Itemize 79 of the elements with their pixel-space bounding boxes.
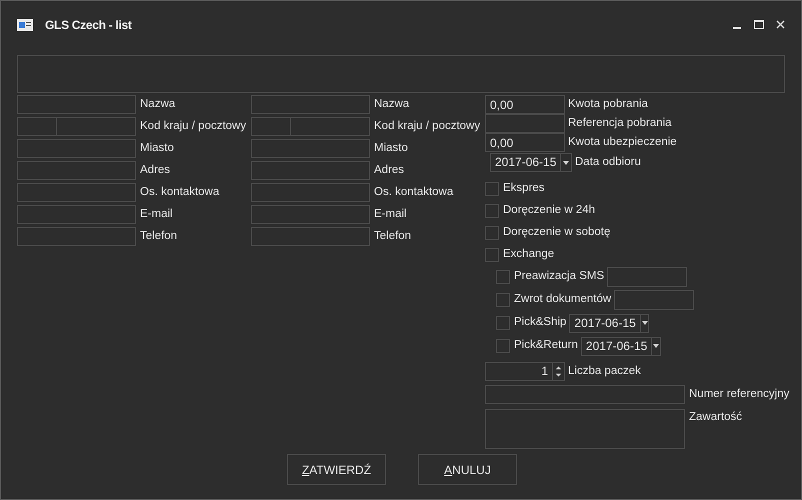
checkbox[interactable]	[485, 248, 499, 262]
checkbox-label: Preawizacja SMS	[514, 271, 604, 283]
input-field[interactable]	[17, 139, 136, 158]
dialog-button[interactable]: ZATWIERDŹ	[287, 454, 386, 485]
input-field[interactable]	[251, 95, 370, 114]
field-label: Os. kontaktowa	[374, 186, 454, 198]
field-label: Telefon	[140, 230, 178, 242]
date-value: 2017-06-15	[494, 154, 558, 171]
text-area[interactable]	[17, 55, 785, 93]
field-label: Liczba paczek	[568, 366, 641, 378]
field-label: Referencja pobrania	[568, 118, 672, 130]
field-label: E-mail	[140, 208, 174, 220]
amount-field[interactable]	[485, 114, 565, 133]
number-spinner[interactable]: 1	[485, 362, 565, 381]
field-label: Adres	[374, 164, 406, 176]
checkbox-label: Exchange	[503, 249, 554, 261]
date-picker[interactable]: 2017-06-15	[569, 314, 650, 332]
date-value: 2017-06-15	[584, 338, 648, 354]
postal-code-field[interactable]	[57, 117, 136, 136]
input-field[interactable]	[17, 205, 136, 224]
input-field[interactable]	[614, 290, 694, 310]
window-title: GLS Czech - list	[45, 17, 132, 34]
checkbox[interactable]	[485, 226, 499, 240]
checkbox[interactable]	[496, 339, 510, 353]
input-field[interactable]	[251, 139, 370, 158]
field-label: Kod kraju / pocztowy	[374, 120, 482, 132]
postal-code-field[interactable]	[291, 117, 370, 136]
dropdown-icon[interactable]	[560, 154, 571, 171]
spinner-value: 1	[540, 363, 549, 380]
field-label: Nazwa	[140, 98, 176, 110]
field-label: E-mail	[374, 208, 408, 220]
spinner-arrows-icon[interactable]	[552, 363, 564, 380]
amount-field[interactable]: 0,00	[485, 95, 565, 114]
window-icon	[17, 19, 33, 31]
checkbox-label: Pick&Ship	[514, 317, 566, 329]
input-field[interactable]	[607, 267, 688, 287]
field-label: Os. kontaktowa	[140, 186, 220, 198]
country-code-field[interactable]	[251, 117, 291, 136]
input-field[interactable]	[251, 183, 370, 202]
field-label: Adres	[140, 164, 172, 176]
checkbox[interactable]	[485, 182, 499, 196]
date-picker[interactable]: 2017-06-15	[490, 153, 572, 172]
checkbox[interactable]	[496, 270, 510, 284]
input-field[interactable]	[17, 161, 136, 180]
checkbox[interactable]	[496, 316, 510, 330]
input-field[interactable]	[485, 385, 685, 404]
field-label: Data odbioru	[575, 156, 641, 168]
checkbox-label: Ekspres	[503, 183, 545, 195]
field-label: Zawartość	[689, 412, 742, 424]
field-label: Telefon	[374, 230, 412, 242]
checkbox-label: Pick&Return	[514, 340, 578, 352]
text-area[interactable]	[485, 409, 685, 449]
checkbox-label: Doręczenie w sobotę	[503, 227, 610, 239]
field-label: Kwota ubezpieczenie	[568, 136, 677, 148]
input-field[interactable]	[251, 161, 370, 180]
checkbox[interactable]	[496, 293, 510, 307]
input-field[interactable]	[17, 183, 136, 202]
field-label: Numer referencyjny	[689, 388, 790, 400]
dialog-button[interactable]: ANULUJ	[418, 454, 517, 485]
field-label: Miasto	[374, 142, 409, 154]
field-label: Nazwa	[374, 98, 410, 110]
checkbox[interactable]	[485, 204, 499, 218]
field-label: Kwota pobrania	[568, 98, 648, 110]
checkbox-label: Doręczenie w 24h	[503, 205, 596, 217]
date-value: 2017-06-15	[573, 314, 637, 332]
input-field[interactable]	[17, 227, 136, 246]
input-field[interactable]	[17, 95, 136, 114]
date-picker[interactable]: 2017-06-15	[580, 336, 661, 356]
country-code-field[interactable]	[17, 117, 57, 136]
dropdown-icon[interactable]	[640, 314, 648, 332]
close-icon[interactable]	[776, 20, 785, 29]
field-label: Kod kraju / pocztowy	[140, 120, 248, 132]
field-label: Miasto	[140, 142, 175, 154]
checkbox-label: Zwrot dokumentów	[514, 294, 612, 306]
maximize-icon[interactable]	[754, 20, 764, 29]
amount-field[interactable]: 0,00	[485, 133, 565, 152]
input-field[interactable]	[251, 205, 370, 224]
input-field[interactable]	[251, 227, 370, 246]
dropdown-icon[interactable]	[651, 338, 660, 354]
